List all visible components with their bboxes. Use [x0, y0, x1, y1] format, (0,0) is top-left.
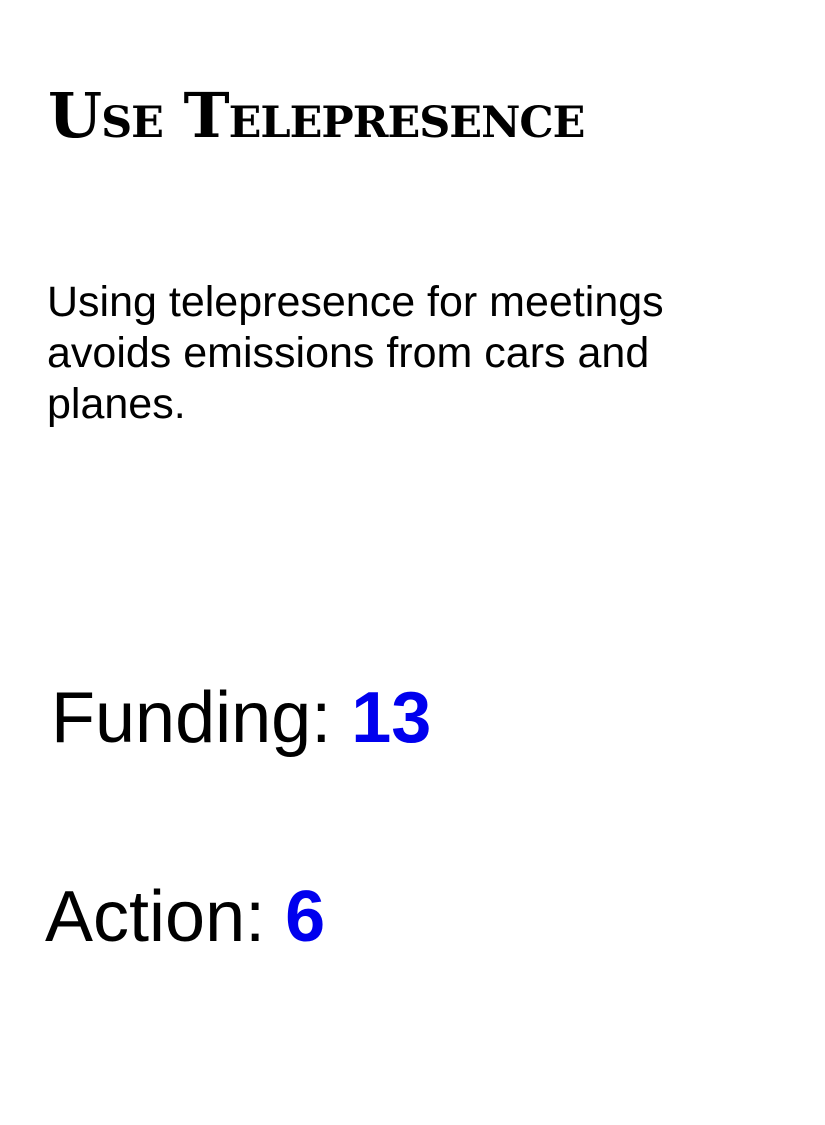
card-description: Using telepresence for meetings avoids e…	[47, 278, 664, 428]
card: Use Telepresence Using telepresence for …	[0, 0, 825, 1125]
action-value: 6	[285, 877, 326, 957]
action-label: Action:	[45, 877, 266, 957]
funding-value: 13	[351, 678, 432, 758]
action-stat: Action: 6	[45, 875, 325, 959]
funding-label: Funding:	[51, 678, 332, 758]
card-title: Use Telepresence	[48, 79, 585, 152]
funding-stat: Funding: 13	[51, 676, 431, 760]
